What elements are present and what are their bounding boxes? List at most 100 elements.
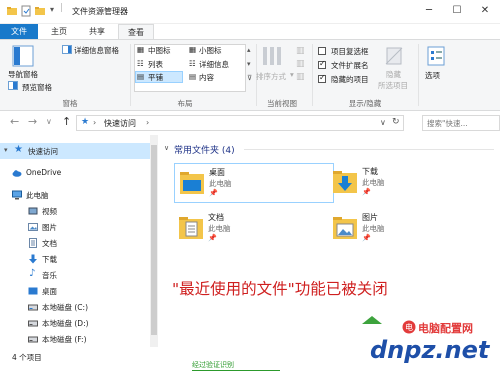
nav-item-downloads[interactable]: 下载 bbox=[0, 251, 150, 267]
document-icon bbox=[29, 238, 37, 248]
pin-icon: 📌 bbox=[362, 188, 371, 196]
details-pane-button[interactable]: 详细信息窗格 bbox=[74, 45, 119, 56]
content-icon: ▤ bbox=[189, 72, 197, 81]
nav-pane-icon[interactable] bbox=[12, 45, 34, 67]
bottom-link[interactable]: 经过验证识别 bbox=[192, 360, 280, 371]
layout-small-icons[interactable]: 小图标 bbox=[199, 45, 222, 56]
folder-tile-documents[interactable]: 文档 此电脑 📌 bbox=[174, 209, 334, 249]
pin-icon: 📌 bbox=[209, 189, 218, 197]
hidden-items-checkbox[interactable] bbox=[318, 73, 326, 83]
address-bar[interactable]: ★ › 快速访问 › ∨ ↻ bbox=[76, 115, 404, 131]
file-extensions-label: 文件扩展名 bbox=[331, 61, 369, 70]
nav-item-drive-d[interactable]: 本地磁盘 (D:) bbox=[0, 315, 150, 331]
nav-label: 文档 bbox=[42, 239, 57, 248]
tab-file[interactable]: 文件 bbox=[0, 24, 38, 39]
details-pane-icon bbox=[62, 45, 72, 54]
tab-home[interactable]: 主页 bbox=[40, 24, 78, 39]
nav-item-drive-c[interactable]: 本地磁盘 (C:) bbox=[0, 299, 150, 315]
nav-label: 图片 bbox=[42, 223, 57, 232]
forward-button[interactable]: → bbox=[28, 115, 37, 128]
nav-label: 下载 bbox=[42, 255, 57, 264]
section-title[interactable]: 常用文件夹 (4) bbox=[174, 143, 235, 156]
options-icon bbox=[427, 46, 445, 66]
content-pane: ∨ 常用文件夹 (4) 桌面 此电脑 📌 下载 此电脑 📌 文档 此电脑 📌 图… bbox=[160, 135, 500, 347]
address-path-root[interactable]: 快速访问 bbox=[104, 118, 136, 129]
scrollbar-thumb[interactable] bbox=[151, 145, 157, 335]
ribbon-divider bbox=[130, 44, 131, 106]
search-placeholder: 搜索"快速... bbox=[427, 119, 468, 128]
ribbon-tabs: 文件 主页 共享 查看 bbox=[0, 24, 500, 39]
layout-list[interactable]: 列表 bbox=[148, 59, 163, 70]
nav-pane-button[interactable]: 导航窗格 bbox=[8, 69, 38, 80]
group-by-icon: ▥ bbox=[296, 46, 305, 56]
layout-group-label: 布局 bbox=[177, 99, 193, 108]
watermark-text-cn: 电脑配置网 bbox=[418, 322, 473, 335]
drive-icon bbox=[28, 320, 38, 327]
panes-group-label: 窗格 bbox=[62, 99, 78, 108]
size-columns-icon: ▥ bbox=[296, 72, 305, 82]
quick-access-dropdown-icon[interactable]: ▾ bbox=[50, 5, 54, 14]
item-checkboxes-checkbox[interactable] bbox=[318, 47, 326, 55]
folder-name: 图片 bbox=[362, 213, 378, 222]
refresh-button[interactable]: ↻ bbox=[392, 117, 400, 127]
minimize-button[interactable]: ─ bbox=[420, 3, 438, 19]
nav-item-music[interactable]: ♪ 音乐 bbox=[0, 267, 150, 283]
layout-medium-icons[interactable]: 中图标 bbox=[148, 45, 171, 56]
back-button[interactable]: ← bbox=[10, 115, 19, 128]
layout-expand-icon[interactable]: ⊽ bbox=[247, 74, 252, 82]
pin-icon: 📌 bbox=[208, 234, 217, 242]
nav-item-drive-f[interactable]: 本地磁盘 (F:) bbox=[0, 331, 150, 347]
sort-by-button[interactable]: 排序方式 bbox=[256, 71, 286, 82]
nav-item-documents[interactable]: 文档 bbox=[0, 235, 150, 251]
add-columns-icon: ▥ bbox=[296, 59, 305, 69]
expand-arrow-icon[interactable]: ▾ bbox=[4, 146, 8, 154]
layout-scroll-up-icon[interactable]: ▴ bbox=[247, 46, 251, 54]
up-button[interactable]: ↑ bbox=[62, 115, 71, 128]
nav-item-quick-access[interactable]: ▾ ★ 快速访问 bbox=[0, 143, 150, 159]
nav-item-onedrive[interactable]: OneDrive bbox=[0, 165, 150, 181]
sort-by-icon bbox=[263, 47, 281, 65]
folder-location: 此电脑 bbox=[208, 224, 231, 233]
folder-tile-pictures[interactable]: 图片 此电脑 📌 bbox=[328, 209, 488, 249]
tab-view[interactable]: 查看 bbox=[118, 24, 154, 39]
file-extensions-checkbox[interactable] bbox=[318, 59, 326, 69]
downloads-folder-icon bbox=[333, 171, 357, 193]
close-button[interactable]: ✕ bbox=[476, 3, 494, 19]
layout-scroll-down-icon[interactable]: ▾ bbox=[247, 60, 251, 68]
hide-selected-button[interactable]: 隐藏 bbox=[386, 69, 401, 80]
list-icon: ☷ bbox=[137, 59, 144, 68]
tab-share[interactable]: 共享 bbox=[78, 24, 116, 39]
watermark-text-domain: dnpz.net bbox=[370, 336, 490, 364]
nav-item-videos[interactable]: 视频 bbox=[0, 203, 150, 219]
download-icon bbox=[29, 254, 37, 264]
layout-tiles[interactable]: 平铺 bbox=[148, 72, 163, 83]
show-hide-group-label: 显示/隐藏 bbox=[348, 99, 382, 108]
folder-tile-desktop[interactable]: 桌面 此电脑 📌 bbox=[174, 163, 334, 203]
medium-icons-icon: ▦ bbox=[137, 45, 145, 54]
recent-locations-button[interactable]: ∨ bbox=[46, 117, 52, 126]
nav-item-desktop[interactable]: 桌面 bbox=[0, 283, 150, 299]
preview-pane-icon bbox=[8, 81, 18, 90]
preview-pane-button[interactable]: 预览窗格 bbox=[22, 82, 52, 93]
nav-label: 音乐 bbox=[42, 271, 57, 280]
options-button[interactable]: 选项 bbox=[425, 70, 440, 81]
drive-icon bbox=[28, 304, 38, 311]
nav-item-pictures[interactable]: 图片 bbox=[0, 219, 150, 235]
nav-label: OneDrive bbox=[26, 168, 62, 177]
address-dropdown-icon[interactable]: ∨ bbox=[380, 118, 386, 127]
nav-item-this-pc[interactable]: 此电脑 bbox=[0, 187, 150, 203]
desktop-icon bbox=[28, 287, 38, 295]
section-collapse-icon[interactable]: ∨ bbox=[164, 144, 169, 152]
layout-details[interactable]: 详细信息 bbox=[199, 59, 229, 70]
nav-scrollbar[interactable] bbox=[150, 135, 158, 347]
properties-icon[interactable] bbox=[20, 5, 32, 17]
new-folder-icon[interactable] bbox=[34, 5, 46, 17]
search-input[interactable]: 搜索"快速... bbox=[422, 115, 500, 131]
music-icon: ♪ bbox=[29, 268, 36, 279]
app-folder-icon bbox=[7, 7, 17, 15]
drive-icon bbox=[28, 336, 38, 343]
nav-label: 此电脑 bbox=[26, 191, 49, 200]
folder-tile-downloads[interactable]: 下载 此电脑 📌 bbox=[328, 163, 488, 203]
layout-content[interactable]: 内容 bbox=[199, 72, 214, 83]
maximize-button[interactable]: ☐ bbox=[448, 3, 466, 19]
